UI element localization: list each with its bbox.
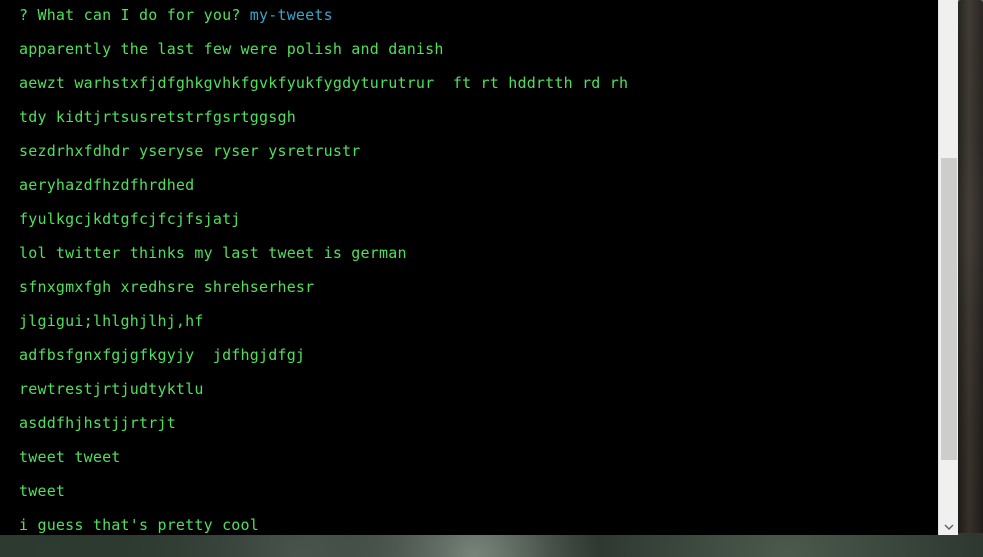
chevron-down-icon[interactable] — [939, 518, 958, 535]
output-line: asddfhjhstjjrtrjt — [19, 414, 176, 432]
prompt-marker: ? — [19, 6, 29, 24]
output-line: lol twitter thinks my last tweet is germ… — [19, 244, 407, 262]
output-line: jlgigui;lhlghjlhj,hf — [19, 312, 204, 330]
output-line: tweet — [19, 482, 66, 500]
terminal-output[interactable]: ? What can I do for you? my-tweets appar… — [0, 0, 938, 535]
prompt-answer: my-tweets — [249, 6, 333, 24]
output-line: adfbsfgnxfgjgfkgyjy jdfhgjdfgj — [19, 346, 306, 364]
wallpaper-foliage — [0, 533, 983, 557]
output-line: i guess that's pretty cool — [19, 516, 259, 534]
output-line: sezdrhxfdhdr yseryse ryser ysretrustr — [19, 142, 361, 160]
prompt-question: What can I do for you? — [37, 6, 241, 24]
output-line: aeryhazdfhzdfhrdhed — [19, 176, 195, 194]
output-line: sfnxgmxfgh xredhsre shrehserhesr — [19, 278, 315, 296]
output-line: apparently the last few were polish and … — [19, 40, 444, 58]
wallpaper-tree — [958, 0, 983, 557]
prompt-line: ? What can I do for you? my-tweets — [19, 5, 333, 25]
terminal-window[interactable]: ? What can I do for you? my-tweets appar… — [0, 0, 958, 535]
scrollbar-thumb[interactable] — [941, 158, 957, 460]
output-line: rewtrestjrtjudtyktlu — [19, 380, 204, 398]
output-line: tdy kidtjrtsusretstrfgsrtggsgh — [19, 108, 296, 126]
output-line: aewzt warhstxfjdfghkgvhkfgvkfyukfygdytur… — [19, 74, 629, 92]
output-line: tweet tweet — [19, 448, 121, 466]
vertical-scrollbar[interactable] — [938, 0, 958, 535]
output-line: fyulkgcjkdtgfcjfcjfsjatj — [19, 210, 241, 228]
